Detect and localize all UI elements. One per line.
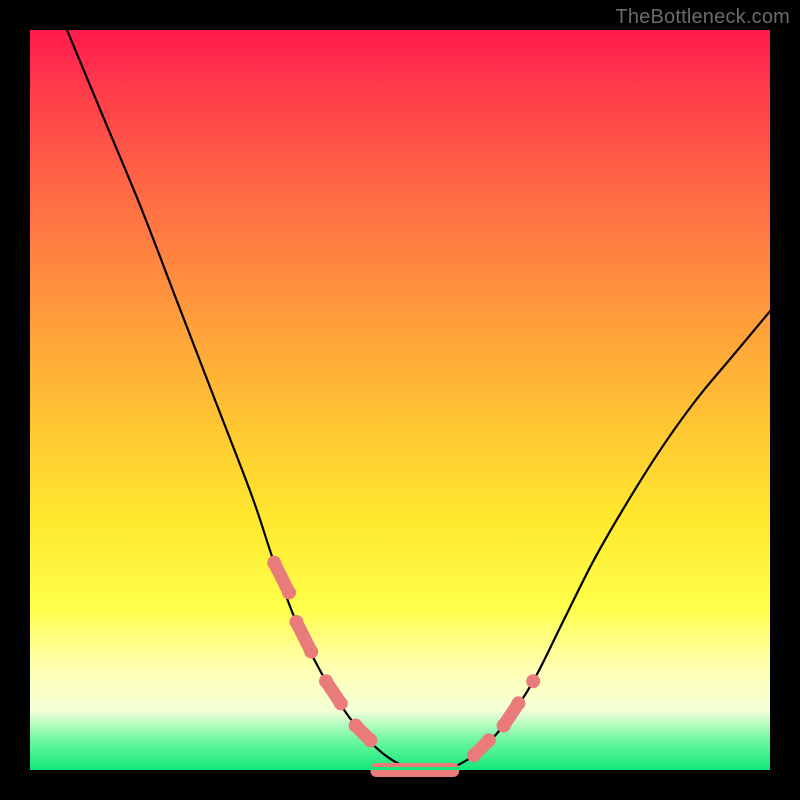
data-point (497, 719, 511, 733)
bottom-accent-strip (30, 767, 770, 770)
data-point (467, 748, 481, 762)
data-point (349, 719, 363, 733)
curve-svg (30, 30, 770, 770)
outer-frame: TheBottleneck.com (0, 0, 800, 800)
data-point (482, 733, 496, 747)
bottom-flat-pill (370, 763, 459, 777)
plot-area (30, 30, 770, 770)
data-point (282, 585, 296, 599)
watermark-text: TheBottleneck.com (615, 6, 790, 29)
bottleneck-curve (67, 30, 770, 772)
data-point (526, 674, 540, 688)
data-point (304, 645, 318, 659)
data-point (511, 696, 525, 710)
data-point (267, 556, 281, 570)
data-point (334, 696, 348, 710)
data-point (319, 674, 333, 688)
data-point (289, 615, 303, 629)
data-point (363, 733, 377, 747)
